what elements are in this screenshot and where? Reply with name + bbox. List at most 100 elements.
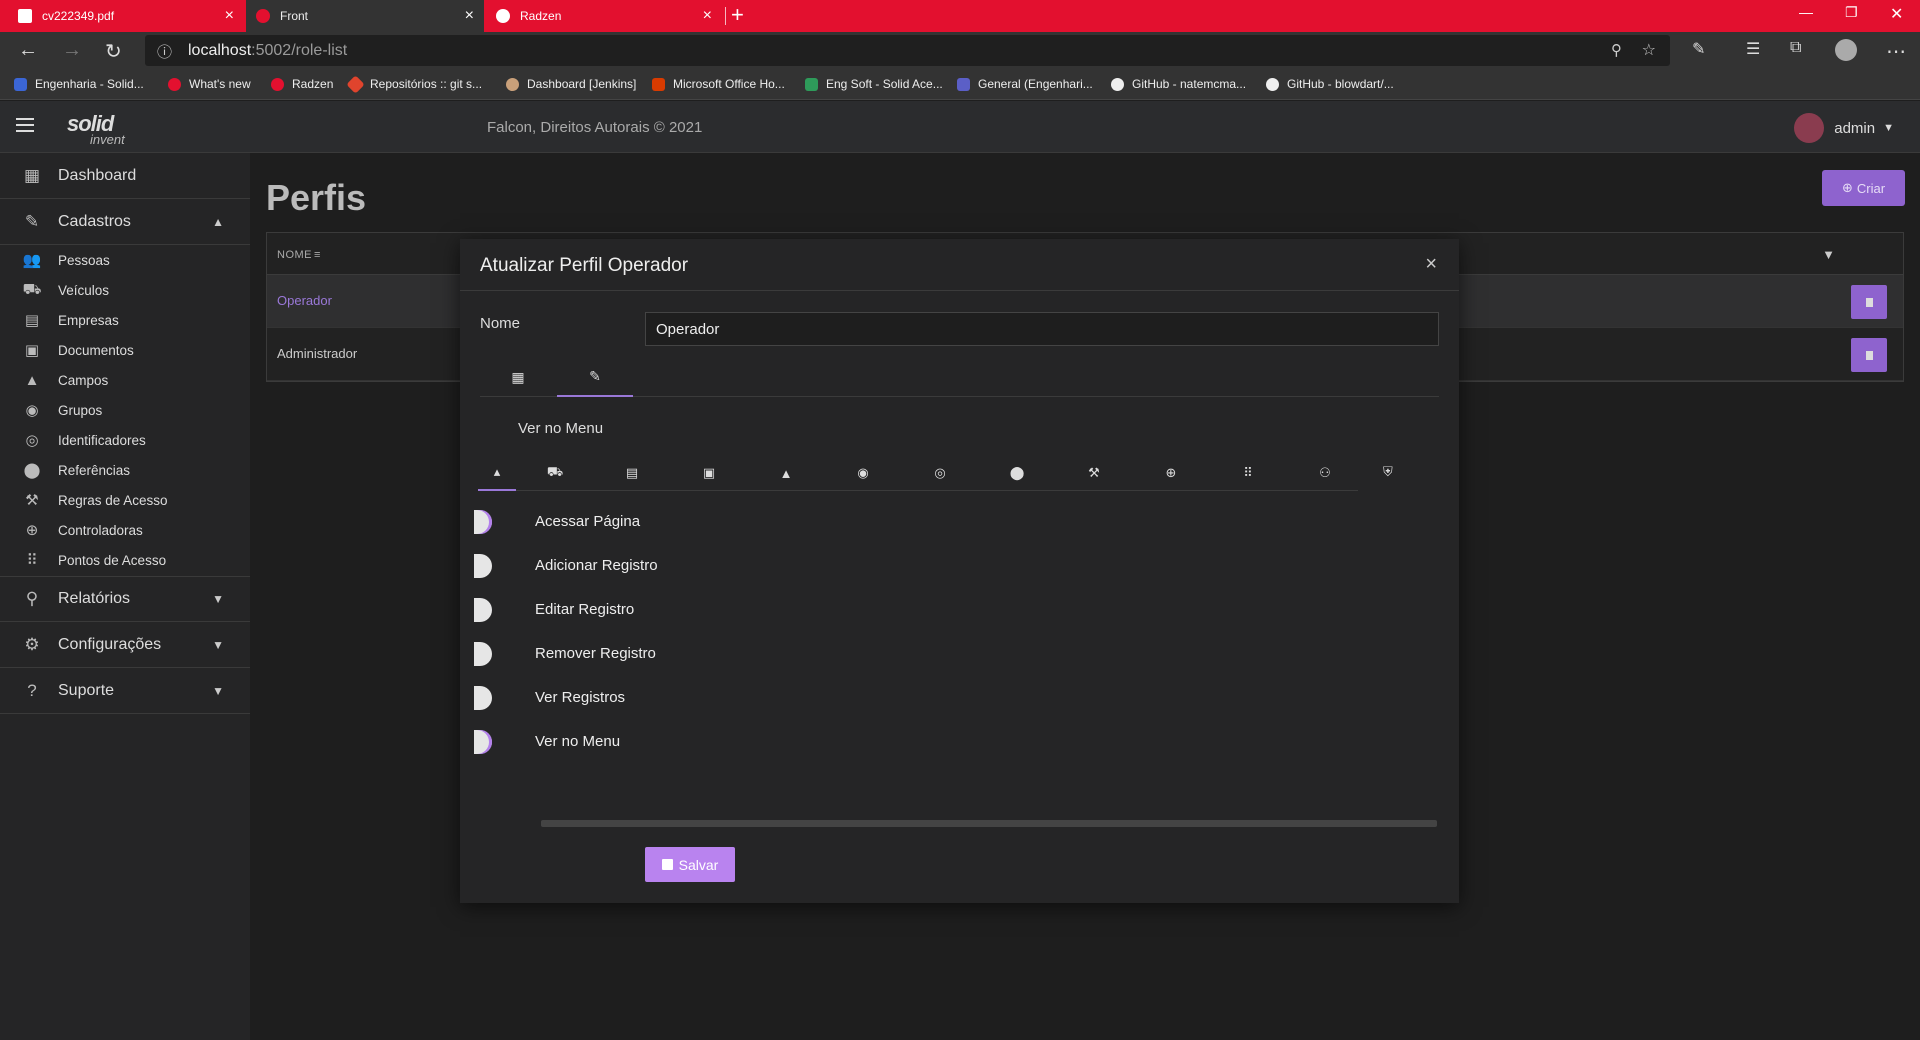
favorites-icon[interactable]: ☰ (1746, 39, 1760, 59)
url-field[interactable]: ⓘ localhost:5002/role-list ⚲ ☆ (145, 35, 1670, 66)
minimize-icon[interactable]: — (1799, 4, 1813, 20)
tab-usuarios[interactable]: ⚇ (1306, 455, 1344, 491)
address-bar-row: ← → ↻ ⓘ localhost:5002/role-list ⚲ ☆ ✎ ☰… (0, 32, 1920, 69)
delete-button[interactable] (1851, 338, 1887, 372)
bookmark-item[interactable]: GitHub - blowdart/... (1266, 77, 1394, 91)
zoom-icon[interactable]: ⚲ (1611, 41, 1622, 59)
filter-icon[interactable]: ▼ (1822, 247, 1835, 262)
bookmark-label: Microsoft Office Ho... (673, 77, 785, 91)
permission-row[interactable]: Editar Registro (474, 595, 1080, 625)
bookmark-item[interactable]: Eng Soft - Solid Ace... (805, 77, 943, 91)
tab-identificadores[interactable]: ◎ (921, 455, 959, 491)
restore-icon[interactable]: ❐ (1845, 4, 1858, 21)
collections-icon[interactable]: ⧉ (1790, 39, 1801, 57)
permission-switch[interactable] (474, 554, 492, 578)
window-close-icon[interactable]: ✕ (1890, 4, 1903, 24)
extension-icon[interactable]: ✎ (1692, 39, 1705, 59)
radzen-icon (256, 9, 270, 23)
permission-switch[interactable] (474, 642, 492, 666)
shapes-icon: ▲ (779, 465, 793, 481)
sidebar-item-controladoras[interactable]: ⊕ Controladoras (0, 515, 250, 545)
page-title: Perfis (266, 177, 367, 218)
sidebar-item-dashboard[interactable]: ▦ Dashboard (0, 153, 250, 199)
new-tab-icon[interactable]: + (731, 2, 744, 28)
tab-campos[interactable]: ▲ (767, 455, 805, 491)
permission-row[interactable]: Ver Registros (474, 683, 1080, 713)
sidebar-item-documentos[interactable]: ▣ Documentos (0, 335, 250, 365)
permission-row[interactable]: Acessar Página (474, 507, 1080, 537)
sidebar-item-grupos[interactable]: ◉ Grupos (0, 395, 250, 425)
tab-pontos[interactable]: ⠿ (1229, 455, 1267, 491)
tab-grupos[interactable]: ◉ (844, 455, 882, 491)
tab-regras[interactable]: ⚒ (1075, 455, 1113, 491)
permission-row[interactable]: Adicionar Registro (474, 551, 1080, 581)
sidebar-item-referencias[interactable]: ⬤ Referências (0, 455, 250, 485)
user-menu[interactable]: admin ▼ (1794, 113, 1894, 143)
browser-tab-front[interactable]: Front × (246, 0, 484, 32)
sidebar-item-empresas[interactable]: ▤ Empresas (0, 305, 250, 335)
bookmark-item[interactable]: Radzen (271, 77, 333, 91)
close-icon[interactable]: × (465, 7, 474, 25)
sidebar-item-configuracoes[interactable]: ⚙ Configurações ▼ (0, 622, 250, 668)
sidebar-item-veiculos[interactable]: ⛟ Veículos (0, 275, 250, 305)
bookmark-item[interactable]: Dashboard [Jenkins] (506, 77, 636, 91)
tab-referencias[interactable]: ⬤ (998, 455, 1036, 491)
horizontal-scrollbar[interactable] (541, 820, 1437, 827)
chevron-down-icon: ▼ (212, 683, 224, 698)
permission-switch[interactable] (474, 730, 492, 754)
reload-icon[interactable]: ↻ (105, 39, 122, 64)
bookmark-item[interactable]: What's new (168, 77, 251, 91)
nome-input[interactable] (645, 312, 1439, 346)
bookmark-item[interactable]: Engenharia - Solid... (14, 77, 144, 91)
tab-dashboard[interactable]: ▦ (480, 357, 556, 397)
create-button-label: Criar (1856, 180, 1886, 196)
sidebar-item-campos[interactable]: ▲ Campos (0, 365, 250, 395)
bookmark-item[interactable]: Microsoft Office Ho... (652, 77, 785, 91)
fingerprint-icon: ◎ (25, 432, 39, 449)
row-name: Operador (277, 293, 332, 308)
profile-icon[interactable] (1835, 39, 1857, 61)
sidebar-item-cadastros[interactable]: ✎ Cadastros ▲ (0, 199, 250, 245)
browser-tab-pdf[interactable]: cv222349.pdf × (8, 0, 244, 32)
browser-tab-radzen[interactable]: Radzen × (486, 0, 722, 32)
sidebar-item-identificadores[interactable]: ◎ Identificadores (0, 425, 250, 455)
sidebar-item-label: Suporte (58, 681, 115, 699)
tab-veiculos[interactable]: ⛟ (536, 455, 574, 491)
favorite-star-icon[interactable]: ☆ (1642, 40, 1656, 60)
tab-pessoas[interactable]: ▴ (478, 455, 516, 491)
sidebar-item-regras-de-acesso[interactable]: ⚒ Regras de Acesso (0, 485, 250, 515)
menu-icon[interactable] (16, 118, 34, 132)
bookmark-icon (168, 77, 181, 91)
dashboard-icon: ▦ (23, 165, 41, 185)
truck-icon: ⛟ (22, 280, 42, 298)
permission-row[interactable]: Remover Registro (474, 639, 1080, 669)
permission-row[interactable]: Ver no Menu (474, 727, 1080, 757)
bookmark-item[interactable]: General (Engenhari... (957, 77, 1093, 91)
close-icon[interactable]: × (703, 7, 712, 25)
forward-icon[interactable]: → (62, 39, 82, 62)
permission-switch[interactable] (474, 598, 492, 622)
tab-cadastros[interactable]: ✎ (557, 357, 633, 397)
tab-documentos[interactable]: ▣ (690, 455, 728, 491)
delete-button[interactable] (1851, 285, 1887, 319)
create-button[interactable]: ⊕ Criar (1822, 170, 1905, 206)
save-button[interactable]: Salvar (645, 847, 735, 882)
sidebar-item-suporte[interactable]: ? Suporte ▼ (0, 668, 250, 714)
tab-empresas[interactable]: ▤ (613, 455, 651, 491)
sidebar-item-relatorios[interactable]: ⚲ Relatórios ▼ (0, 576, 250, 622)
permission-switch[interactable] (474, 686, 492, 710)
bookmark-item[interactable]: Repositórios :: git s... (346, 74, 482, 94)
back-icon[interactable]: ← (18, 39, 38, 62)
shield-icon[interactable]: ⛨ (1383, 464, 1393, 480)
sidebar-item-label: Grupos (58, 402, 103, 418)
bookmark-item[interactable]: GitHub - natemcma... (1111, 77, 1246, 91)
more-icon[interactable]: ⋯ (1886, 39, 1906, 64)
sidebar-item-pontos-de-acesso[interactable]: ⠿ Pontos de Acesso (0, 545, 250, 575)
permission-switch[interactable] (474, 510, 492, 534)
gavel-icon: ⚒ (25, 492, 39, 509)
column-header-nome[interactable]: NOME ≡ (277, 249, 321, 261)
sidebar-item-pessoas[interactable]: 👥 Pessoas (0, 245, 250, 275)
close-icon[interactable]: × (1425, 253, 1437, 276)
close-icon[interactable]: × (225, 7, 234, 25)
tab-controladoras[interactable]: ⊕ (1152, 455, 1190, 491)
